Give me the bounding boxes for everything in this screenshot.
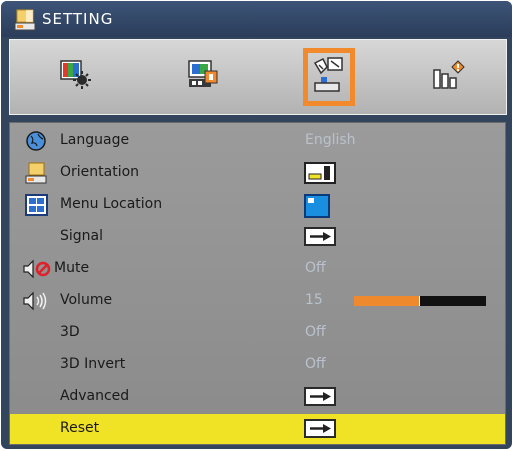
volume-value: 15 (305, 292, 323, 308)
arrow-right-icon (308, 387, 332, 406)
tab-image[interactable] (53, 51, 99, 103)
display-settings-icon (185, 58, 221, 96)
3d-value: Off (305, 324, 326, 340)
reset-label: Reset (60, 420, 100, 436)
mute-speaker-icon (22, 258, 52, 280)
osd-menu-window: SETTING Language English Orientation Men… (1, 1, 512, 449)
mute-value: Off (305, 260, 326, 276)
3d-invert-label: 3D Invert (60, 356, 126, 372)
setup-settings-icon (311, 55, 347, 99)
volume-slider[interactable] (354, 296, 486, 306)
title-bar: SETTING (1, 1, 512, 37)
volume-label: Volume (60, 292, 113, 308)
signal-submenu-button[interactable] (304, 227, 336, 246)
volume-slider-fill (354, 296, 420, 306)
menu-item-volume[interactable]: Volume 15 (10, 286, 505, 316)
advanced-label: Advanced (60, 388, 130, 404)
menu-item-orientation[interactable]: Orientation (10, 158, 505, 188)
menu-item-mute[interactable]: Mute Off (10, 254, 505, 284)
tab-options[interactable] (426, 51, 472, 103)
reset-submenu-button[interactable] (304, 419, 336, 438)
menu-location-icon (25, 194, 49, 216)
image-settings-icon (58, 58, 94, 96)
advanced-submenu-button[interactable] (304, 387, 336, 406)
arrow-right-icon (308, 419, 332, 438)
tab-setting[interactable] (303, 48, 355, 106)
options-settings-icon (431, 58, 467, 96)
orientation-label: Orientation (60, 164, 140, 180)
menu-item-3d-invert[interactable]: 3D Invert Off (10, 350, 505, 380)
top-left-position-icon (304, 194, 336, 218)
projector-orientation-icon (25, 162, 49, 184)
menu-item-signal[interactable]: Signal (10, 222, 505, 252)
settings-list: Language English Orientation Menu Locati… (9, 122, 506, 445)
projector-setting-icon (14, 9, 36, 31)
window-title: SETTING (42, 10, 114, 28)
front-desktop-icon (304, 162, 336, 184)
menu-item-advanced[interactable]: Advanced (10, 382, 505, 412)
signal-label: Signal (60, 228, 104, 244)
tab-display[interactable] (180, 51, 226, 103)
language-value: English (305, 132, 356, 148)
3d-invert-value: Off (305, 356, 326, 372)
arrow-right-icon (308, 227, 332, 246)
menu-item-menu-location[interactable]: Menu Location (10, 190, 505, 220)
3d-label: 3D (60, 324, 80, 340)
menu-item-reset[interactable]: Reset (10, 414, 505, 444)
speaker-icon (22, 290, 52, 312)
category-tab-bar (9, 39, 507, 115)
menu-item-language[interactable]: Language English (10, 126, 505, 156)
menu-location-label: Menu Location (60, 196, 163, 212)
globe-icon (25, 130, 49, 152)
mute-label: Mute (54, 260, 90, 276)
menu-item-3d[interactable]: 3D Off (10, 318, 505, 348)
language-label: Language (60, 132, 130, 148)
